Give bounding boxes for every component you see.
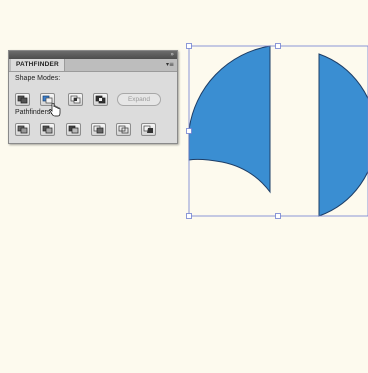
divide-icon xyxy=(17,125,28,134)
unite-icon xyxy=(17,95,28,104)
expand-button[interactable]: Expand xyxy=(117,93,161,106)
exclude-button[interactable] xyxy=(93,93,108,106)
minus-back-button[interactable] xyxy=(141,123,156,136)
intersect-button[interactable] xyxy=(68,93,83,106)
intersect-icon xyxy=(70,95,81,104)
handle-top-middle xyxy=(275,43,281,49)
pathfinder-panel: » PATHFINDER ▾≡ Shape Modes: Expand Path… xyxy=(8,50,178,144)
right-shape-piece[interactable] xyxy=(318,53,368,217)
handle-middle-left xyxy=(186,128,192,134)
hand-cursor-icon xyxy=(49,103,61,117)
outline-button[interactable] xyxy=(116,123,131,136)
merge-button[interactable] xyxy=(66,123,81,136)
merge-icon xyxy=(68,125,79,134)
crop-icon xyxy=(93,125,104,134)
handle-bottom-middle xyxy=(275,213,281,219)
double-chevron-icon[interactable]: » xyxy=(170,51,174,59)
trim-icon xyxy=(42,125,53,134)
left-shape-piece[interactable] xyxy=(188,45,271,194)
panel-tab-row: PATHFINDER ▾≡ xyxy=(9,59,177,72)
pathfinders-label: Pathfinders: xyxy=(15,109,53,116)
shape-modes-label: Shape Modes: xyxy=(15,75,61,82)
minus-back-icon xyxy=(143,125,153,133)
outline-icon xyxy=(118,125,129,134)
trim-button[interactable] xyxy=(40,123,55,136)
handle-top-left xyxy=(186,43,192,49)
exclude-icon xyxy=(95,95,106,104)
panel-titlebar[interactable]: » xyxy=(9,51,177,59)
tab-pathfinder[interactable]: PATHFINDER xyxy=(11,59,65,71)
unite-button[interactable] xyxy=(15,93,30,106)
handle-bottom-left xyxy=(186,213,192,219)
panel-menu-icon[interactable]: ▾≡ xyxy=(164,61,174,68)
divide-button[interactable] xyxy=(15,123,30,136)
crop-button[interactable] xyxy=(91,123,106,136)
